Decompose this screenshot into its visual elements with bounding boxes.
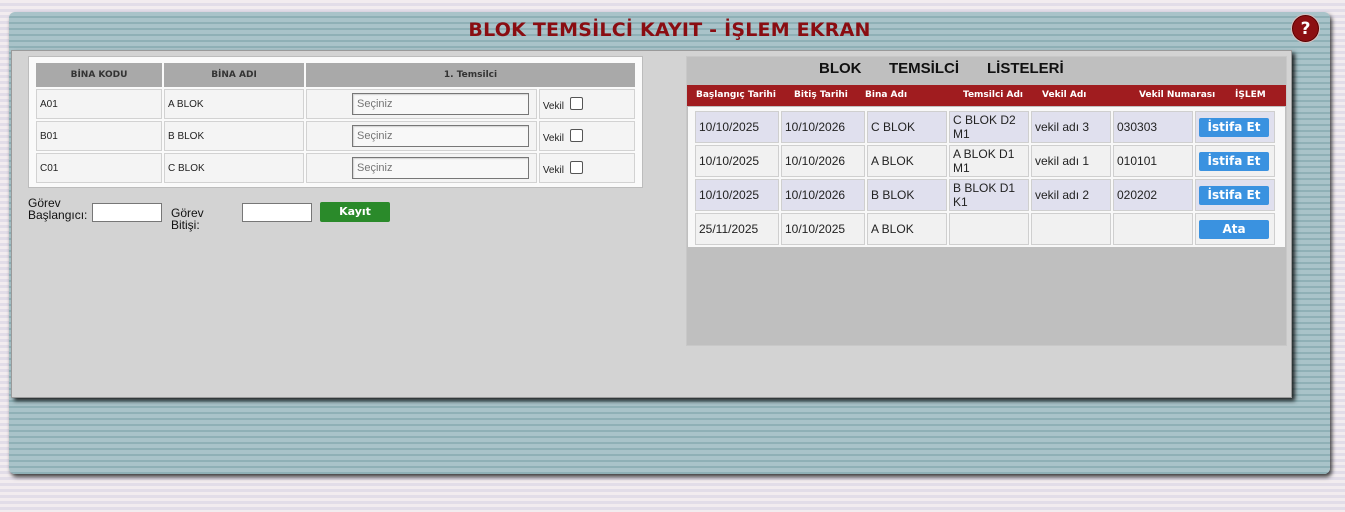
page-title: BLOK TEMSİLCİ KAYIT - İŞLEM EKRAN <box>468 19 871 41</box>
list-header-bar: Başlangıç Tarihi Bitiş Tarihi Bina Adı T… <box>687 85 1286 106</box>
end-date-cell: 10/10/2026 <box>781 179 865 211</box>
list-heading-blok: BLOK <box>819 60 862 77</box>
end-date-cell: 10/10/2026 <box>781 111 865 143</box>
temsilci-cell <box>306 89 537 119</box>
start-date-cell: 25/11/2025 <box>695 213 779 245</box>
start-date-cell: 10/10/2025 <box>695 111 779 143</box>
col-header-end-date: Bitiş Tarihi <box>794 90 848 100</box>
col-header-islem: İŞLEM <box>1235 90 1266 100</box>
bina-adi-cell: B BLOK <box>164 121 304 151</box>
table-row: A01 A BLOK Vekil <box>36 89 635 119</box>
col-header-vekil-adi: Vekil Adı <box>1042 90 1087 100</box>
representative-list-panel: BLOK TEMSİLCİ LİSTELERİ Başlangıç Tarihi… <box>686 56 1287 346</box>
help-icon[interactable]: ? <box>1292 15 1319 42</box>
end-date-cell: 10/10/2025 <box>781 213 865 245</box>
temsilci-cell <box>306 153 537 183</box>
vekil-cell: vekil adı 3 <box>1031 111 1111 143</box>
vekil-number-cell: 030303 <box>1113 111 1193 143</box>
assign-button[interactable]: Ata <box>1199 219 1269 239</box>
resign-button[interactable]: İstifa Et <box>1199 185 1269 205</box>
temsilci-cell <box>949 213 1029 245</box>
col-header-temsilci-adi: Temsilci Adı <box>963 90 1023 100</box>
col-header-bina-kodu: BİNA KODU <box>36 63 162 87</box>
representative-table: 10/10/2025 10/10/2026 C BLOK C BLOK D2 M… <box>693 109 1277 247</box>
vekil-label: Vekil <box>542 164 564 176</box>
start-date-label-line2: Başlangıcı: <box>28 208 88 222</box>
save-button[interactable]: Kayıt <box>320 202 390 222</box>
list-table-container: 10/10/2025 10/10/2026 C BLOK C BLOK D2 M… <box>688 107 1285 247</box>
list-heading-temsilci: TEMSİLCİ <box>889 60 959 77</box>
table-row: C01 C BLOK Vekil <box>36 153 635 183</box>
start-date-input[interactable] <box>92 203 162 222</box>
action-cell: İstifa Et <box>1195 111 1275 143</box>
vekil-cell <box>1031 213 1111 245</box>
main-window: BLOK TEMSİLCİ KAYIT - İŞLEM EKRAN ? BİNA… <box>9 12 1330 474</box>
table-row: B01 B BLOK Vekil <box>36 121 635 151</box>
vekil-number-cell: 010101 <box>1113 145 1193 177</box>
end-date-label: Görev Bitişi: <box>171 206 204 232</box>
col-header-bina-adi: Bina Adı <box>865 90 908 100</box>
list-heading-listeleri: LİSTELERİ <box>987 60 1064 77</box>
vekil-cell: Vekil <box>538 153 635 183</box>
temsilci-select-input[interactable] <box>352 93 529 115</box>
bina-kodu-cell: A01 <box>36 89 162 119</box>
start-date-cell: 10/10/2025 <box>695 179 779 211</box>
col-header-start-date: Başlangıç Tarihi <box>696 90 776 100</box>
table-row: 25/11/2025 10/10/2025 A BLOK Ata <box>695 213 1275 245</box>
end-date-cell: 10/10/2026 <box>781 145 865 177</box>
vekil-number-cell: 020202 <box>1113 179 1193 211</box>
vekil-number-cell <box>1113 213 1193 245</box>
action-cell: Ata <box>1195 213 1275 245</box>
table-row: 10/10/2025 10/10/2026 C BLOK C BLOK D2 M… <box>695 111 1275 143</box>
start-date-cell: 10/10/2025 <box>695 145 779 177</box>
bina-adi-cell: A BLOK <box>164 89 304 119</box>
temsilci-cell <box>306 121 537 151</box>
action-cell: İstifa Et <box>1195 145 1275 177</box>
bina-cell: A BLOK <box>867 145 947 177</box>
building-table: BİNA KODU BİNA ADI 1. Temsilci A01 A BLO… <box>34 61 637 185</box>
action-cell: İstifa Et <box>1195 179 1275 211</box>
vekil-checkbox[interactable] <box>569 160 583 174</box>
temsilci-cell: A BLOK D1 M1 <box>949 145 1029 177</box>
bina-kodu-cell: C01 <box>36 153 162 183</box>
building-table-container: BİNA KODU BİNA ADI 1. Temsilci A01 A BLO… <box>28 56 643 188</box>
resign-button[interactable]: İstifa Et <box>1199 117 1269 137</box>
temsilci-cell: C BLOK D2 M1 <box>949 111 1029 143</box>
vekil-label: Vekil <box>542 100 564 112</box>
temsilci-select-input[interactable] <box>352 125 529 147</box>
vekil-label: Vekil <box>542 132 564 144</box>
bina-cell: C BLOK <box>867 111 947 143</box>
vekil-cell: Vekil <box>538 89 635 119</box>
start-date-label: Görev Başlangıcı: <box>28 197 87 221</box>
bina-cell: A BLOK <box>867 213 947 245</box>
col-header-vekil-numarasi: Vekil Numarası <box>1139 90 1216 100</box>
vekil-checkbox[interactable] <box>569 128 583 142</box>
table-row: 10/10/2025 10/10/2026 A BLOK A BLOK D1 M… <box>695 145 1275 177</box>
resign-button[interactable]: İstifa Et <box>1199 151 1269 171</box>
bina-adi-cell: C BLOK <box>164 153 304 183</box>
col-header-temsilci: 1. Temsilci <box>306 63 635 87</box>
temsilci-cell: B BLOK D1 K1 <box>949 179 1029 211</box>
col-header-bina-adi: BİNA ADI <box>164 63 304 87</box>
vekil-checkbox[interactable] <box>569 96 583 110</box>
content-panel: BİNA KODU BİNA ADI 1. Temsilci A01 A BLO… <box>11 50 1292 398</box>
end-date-input[interactable] <box>242 203 312 222</box>
vekil-cell: vekil adı 2 <box>1031 179 1111 211</box>
temsilci-select-input[interactable] <box>352 157 529 179</box>
vekil-cell: Vekil <box>538 121 635 151</box>
vekil-cell: vekil adı 1 <box>1031 145 1111 177</box>
bina-cell: B BLOK <box>867 179 947 211</box>
bina-kodu-cell: B01 <box>36 121 162 151</box>
table-row: 10/10/2025 10/10/2026 B BLOK B BLOK D1 K… <box>695 179 1275 211</box>
